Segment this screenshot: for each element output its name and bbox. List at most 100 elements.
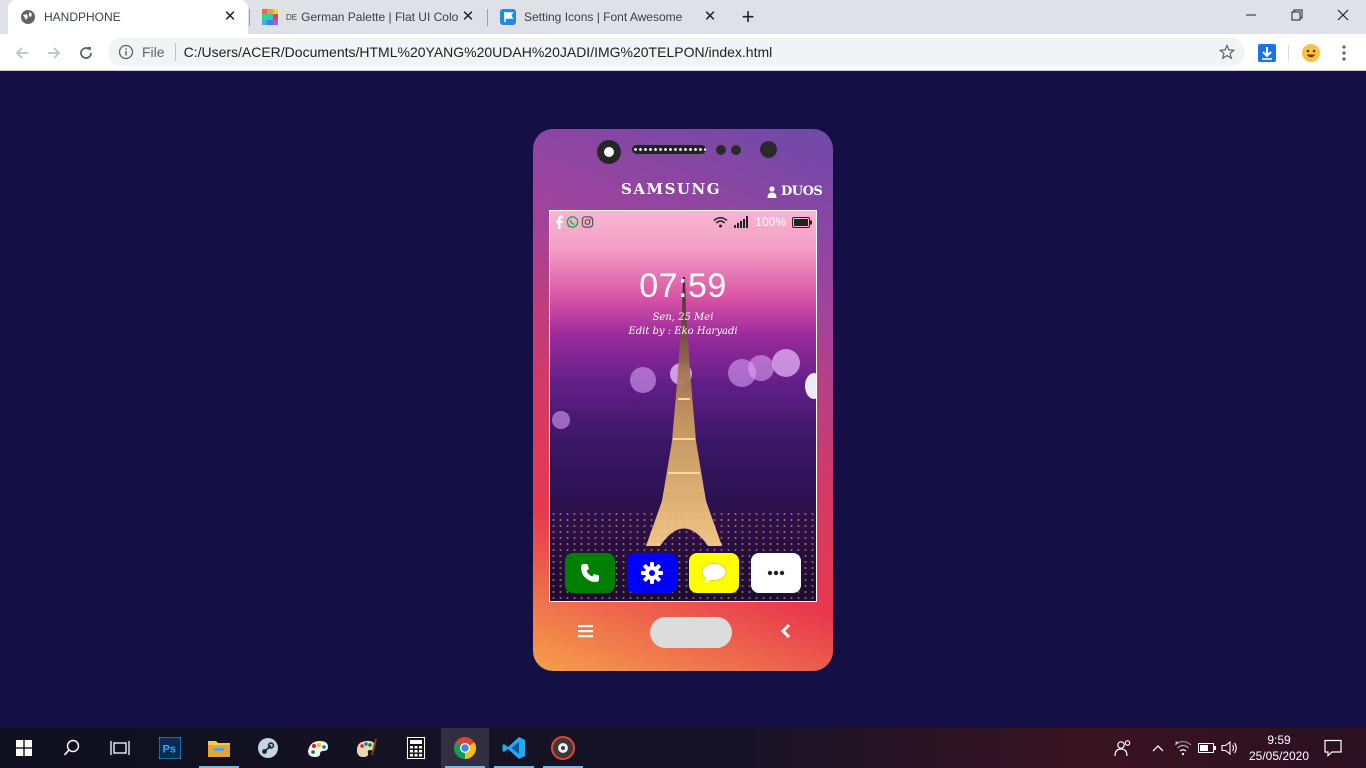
scheme-label: File (142, 44, 165, 60)
more-apps-button[interactable] (751, 553, 801, 593)
ellipsis-icon (767, 570, 785, 576)
arrow-right-icon (48, 47, 61, 59)
url-text[interactable]: C:/Users/ACER/Documents/HTML%20YANG%20UD… (184, 44, 1219, 60)
restore-button[interactable] (1274, 0, 1320, 30)
language-prefix: DE (286, 12, 298, 22)
close-window-button[interactable] (1320, 0, 1366, 30)
home-button[interactable] (650, 617, 732, 648)
arrow-left-icon (15, 47, 28, 59)
profile-avatar-button[interactable] (1301, 43, 1321, 63)
phone-app-button[interactable] (565, 553, 615, 593)
media-taskbar-app[interactable] (539, 728, 587, 768)
tab-handphone[interactable]: HANDPHONE ✕ (8, 0, 248, 34)
forward-button[interactable] (40, 39, 68, 67)
paint-3d-icon (308, 741, 328, 757)
chevron-up-icon (1152, 745, 1164, 752)
notification-icon (1324, 739, 1342, 757)
back-button[interactable] (8, 39, 36, 67)
color-palette-icon (262, 9, 278, 25)
tab-font-awesome[interactable]: Setting Icons | Font Awesome ✕ (488, 0, 728, 34)
chrome-icon (454, 737, 476, 759)
proximity-sensor (760, 141, 777, 158)
task-view-button[interactable] (96, 728, 144, 768)
minimize-button[interactable] (1228, 0, 1274, 30)
omnibox-divider (174, 43, 176, 61)
svg-text:*: * (1175, 740, 1179, 748)
settings-app-button[interactable] (627, 553, 677, 593)
phone-mockup: SAMSUNG DUOS 100% 07:59 Sen, 25 Mei Edit… (533, 129, 833, 671)
paint-taskbar-app[interactable] (342, 728, 390, 768)
messages-app-button[interactable] (689, 553, 739, 593)
reload-button[interactable] (72, 39, 100, 67)
people-button[interactable] (1110, 728, 1136, 768)
people-icon (1114, 740, 1131, 757)
app-dock (550, 553, 816, 595)
vscode-taskbar-app[interactable] (490, 728, 538, 768)
calculator-taskbar-app[interactable] (392, 728, 440, 768)
svg-text:Ps: Ps (163, 744, 176, 756)
search-icon (63, 739, 80, 756)
close-tab-icon[interactable]: ✕ (458, 7, 478, 27)
lockscreen-clock: 07:59 (639, 267, 727, 305)
close-icon (1337, 9, 1349, 21)
close-tab-icon[interactable]: ✕ (700, 7, 720, 27)
lockscreen-date: Sen, 25 Mei (652, 312, 714, 323)
address-bar[interactable]: File C:/Users/ACER/Documents/HTML%20YANG… (108, 38, 1245, 66)
folder-icon (208, 741, 230, 757)
kebab-menu-icon (1342, 45, 1346, 61)
phone-icon (581, 564, 599, 582)
speaker-icon (1221, 740, 1237, 756)
paint-palette-icon (356, 738, 377, 757)
clock-time: 9:59 (1267, 733, 1291, 747)
front-camera-icon (597, 140, 621, 164)
toolbar-divider (1288, 45, 1289, 61)
browser-tab-strip: HANDPHONE ✕ DE German Palette | Flat UI … (0, 0, 1366, 34)
chevron-left-icon (780, 623, 791, 639)
chrome-taskbar-app[interactable] (441, 728, 489, 768)
paint-3d-taskbar-app[interactable] (294, 728, 342, 768)
globe-icon (20, 9, 36, 25)
vscode-icon (502, 737, 525, 759)
bookmark-star-icon[interactable] (1219, 44, 1235, 60)
photoshop-taskbar-app[interactable]: Ps (146, 728, 194, 768)
info-icon[interactable] (118, 44, 134, 60)
status-bar: 100% (550, 211, 816, 233)
new-tab-button[interactable]: + (734, 4, 762, 30)
file-explorer-taskbar-app[interactable] (195, 728, 243, 768)
download-extension-button[interactable] (1257, 43, 1277, 63)
steam-icon (258, 738, 278, 758)
show-hidden-icons-button[interactable] (1146, 728, 1170, 768)
action-center-button[interactable] (1320, 728, 1346, 768)
chrome-menu-button[interactable] (1334, 43, 1354, 63)
back-nav-button[interactable] (779, 623, 793, 639)
wifi-icon (713, 217, 728, 228)
phone-screen: 100% 07:59 Sen, 25 Mei Edit by : Eko Har… (549, 210, 817, 602)
taskbar-search-button[interactable] (48, 728, 96, 768)
social-icons (554, 215, 594, 229)
tab-german-palette[interactable]: DE German Palette | Flat UI Colors ✕ (250, 0, 486, 34)
instagram-icon (581, 216, 594, 228)
emoji-avatar-icon (1302, 44, 1320, 62)
reload-icon (80, 47, 92, 59)
volume-button[interactable] (1219, 728, 1241, 768)
sensor-dot (731, 145, 741, 155)
taskbar-clock[interactable]: 9:59 25/05/2020 (1240, 732, 1318, 764)
duos-label: DUOS (781, 184, 823, 199)
calculator-icon (407, 737, 425, 759)
duos-badge: DUOS (767, 184, 823, 199)
start-button[interactable] (0, 728, 48, 768)
menu-button[interactable] (577, 623, 595, 639)
speaker-grille (632, 145, 706, 154)
battery-button[interactable] (1196, 728, 1218, 768)
close-tab-icon[interactable]: ✕ (220, 7, 240, 27)
steam-taskbar-app[interactable] (244, 728, 292, 768)
network-button[interactable]: * (1172, 728, 1194, 768)
minimize-icon (1246, 14, 1256, 16)
author-credit: Edit by : Eko Haryadi (628, 326, 738, 337)
windows-taskbar: Ps * 9:59 25/05/2020 (0, 728, 1366, 768)
tab-title: HANDPHONE (44, 10, 121, 24)
battery-icon (792, 216, 812, 228)
eiffel-tower-illustration (646, 277, 722, 546)
wifi-signal-icon: * (1174, 740, 1192, 756)
download-icon (1258, 44, 1276, 62)
